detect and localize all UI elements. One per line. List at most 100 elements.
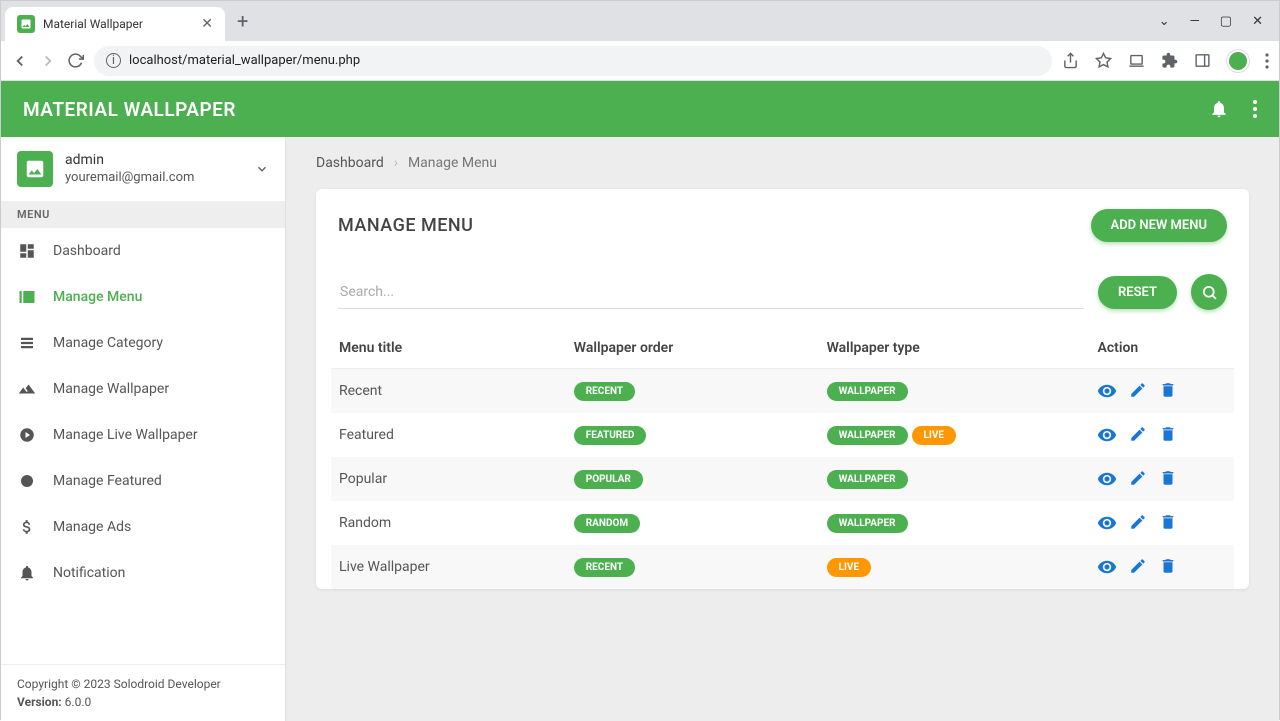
maximize-icon[interactable]: ▢: [1220, 14, 1232, 29]
extensions-icon[interactable]: [1161, 52, 1178, 69]
tab-title: Material Wallpaper: [43, 17, 193, 31]
version-label: Version:: [17, 695, 62, 709]
menu-icon: [17, 334, 37, 352]
forward-button[interactable]: [39, 52, 57, 70]
close-window-icon[interactable]: ✕: [1252, 14, 1263, 29]
more-icon[interactable]: [1253, 100, 1257, 118]
delete-icon[interactable]: [1159, 513, 1177, 533]
menu-icon: [17, 288, 37, 306]
search-input[interactable]: [338, 276, 1084, 309]
menu-icon: [17, 242, 37, 260]
view-icon[interactable]: [1097, 557, 1117, 577]
sidebar-item-label: Manage Menu: [53, 289, 142, 305]
delete-icon[interactable]: [1159, 557, 1177, 577]
site-info-icon[interactable]: i: [106, 53, 121, 68]
menu-icon[interactable]: [1265, 53, 1269, 69]
table-row: RecentRECENTWALLPAPER: [331, 369, 1234, 414]
delete-icon[interactable]: [1159, 469, 1177, 489]
menu-icon: [17, 518, 37, 536]
chevron-down-icon[interactable]: ⌄: [1159, 14, 1170, 29]
view-icon[interactable]: [1097, 513, 1117, 533]
device-icon[interactable]: [1128, 52, 1145, 69]
sidebar-item-manage-category[interactable]: Manage Category: [1, 320, 285, 366]
cell-title: Live Wallpaper: [331, 545, 566, 589]
cell-action: [1089, 545, 1234, 589]
view-icon[interactable]: [1097, 381, 1117, 401]
sidebar-item-notification[interactable]: Notification: [1, 550, 285, 596]
cell-action: [1089, 369, 1234, 414]
cell-action: [1089, 457, 1234, 501]
bookmark-icon[interactable]: [1095, 52, 1112, 69]
type-badge: WALLPAPER: [827, 382, 908, 401]
add-new-menu-button[interactable]: ADD NEW MENU: [1091, 209, 1227, 242]
view-icon[interactable]: [1097, 425, 1117, 445]
sidepanel-icon[interactable]: [1194, 52, 1211, 69]
sidebar-item-label: Manage Ads: [53, 519, 131, 535]
search-button[interactable]: [1191, 274, 1227, 310]
edit-icon[interactable]: [1129, 425, 1147, 445]
sidebar-item-dashboard[interactable]: Dashboard: [1, 228, 285, 274]
delete-icon[interactable]: [1159, 425, 1177, 445]
cell-action: [1089, 501, 1234, 545]
page-title: MANAGE MENU: [338, 215, 473, 236]
search-icon: [1201, 284, 1218, 301]
share-icon[interactable]: [1062, 52, 1079, 69]
order-badge: RANDOM: [574, 514, 640, 533]
cell-type: WALLPAPER: [819, 369, 1090, 414]
breadcrumb: Dashboard › Manage Menu: [316, 155, 1249, 171]
order-badge: FEATURED: [574, 426, 647, 445]
edit-icon[interactable]: [1129, 557, 1147, 577]
user-info[interactable]: admin youremail@gmail.com: [1, 137, 285, 201]
breadcrumb-root[interactable]: Dashboard: [316, 155, 384, 171]
edit-icon[interactable]: [1129, 381, 1147, 401]
breadcrumb-current: Manage Menu: [408, 155, 497, 171]
edit-icon[interactable]: [1129, 469, 1147, 489]
new-tab-button[interactable]: +: [225, 9, 260, 33]
sidebar-item-label: Manage Wallpaper: [53, 381, 169, 397]
sidebar-item-label: Manage Live Wallpaper: [53, 427, 198, 443]
cell-type: WALLPAPER: [819, 501, 1090, 545]
cell-title: Featured: [331, 413, 566, 457]
sidebar-item-label: Manage Category: [53, 335, 163, 351]
cell-title: Popular: [331, 457, 566, 501]
chevron-down-icon[interactable]: [255, 162, 269, 176]
notifications-icon[interactable]: [1209, 99, 1229, 119]
back-button[interactable]: [11, 52, 29, 70]
menu-icon: [17, 380, 37, 398]
cell-order: POPULAR: [566, 457, 819, 501]
sidebar-item-manage-ads[interactable]: Manage Ads: [1, 504, 285, 550]
col-order: Wallpaper order: [566, 328, 819, 369]
menu-section-header: MENU: [1, 201, 285, 228]
type-badge: WALLPAPER: [827, 514, 908, 533]
order-badge: RECENT: [574, 558, 635, 577]
browser-tab[interactable]: Material Wallpaper ✕: [5, 7, 225, 41]
minimize-icon[interactable]: —: [1190, 14, 1200, 29]
cell-order: RECENT: [566, 369, 819, 414]
sidebar-item-manage-featured[interactable]: Manage Featured: [1, 458, 285, 504]
sidebar-item-label: Manage Featured: [53, 473, 162, 489]
cell-order: RANDOM: [566, 501, 819, 545]
reset-button[interactable]: RESET: [1098, 276, 1177, 309]
sidebar-item-manage-wallpaper[interactable]: Manage Wallpaper: [1, 366, 285, 412]
app-header: MATERIAL WALLPAPER: [1, 81, 1279, 137]
sidebar-item-label: Dashboard: [53, 243, 121, 259]
view-icon[interactable]: [1097, 469, 1117, 489]
profile-avatar-icon[interactable]: [1227, 50, 1249, 72]
close-tab-icon[interactable]: ✕: [201, 16, 213, 32]
sidebar-footer: Copyright © 2023 Solodroid Developer Ver…: [1, 664, 285, 721]
table-row: Live WallpaperRECENTLIVE: [331, 545, 1234, 589]
col-type: Wallpaper type: [819, 328, 1090, 369]
menu-icon: [17, 564, 37, 582]
edit-icon[interactable]: [1129, 513, 1147, 533]
reload-button[interactable]: [67, 52, 84, 69]
sidebar-item-manage-live-wallpaper[interactable]: Manage Live Wallpaper: [1, 412, 285, 458]
window-controls: ⌄ — ▢ ✕: [1159, 14, 1275, 29]
sidebar-item-manage-menu[interactable]: Manage Menu: [1, 274, 285, 320]
delete-icon[interactable]: [1159, 381, 1177, 401]
sidebar: admin youremail@gmail.com MENU Dashboard…: [1, 137, 286, 721]
cell-action: [1089, 413, 1234, 457]
browser-toolbar: i localhost/material_wallpaper/menu.php: [1, 41, 1279, 81]
cell-order: FEATURED: [566, 413, 819, 457]
address-bar[interactable]: i localhost/material_wallpaper/menu.php: [94, 46, 1052, 76]
main-content: Dashboard › Manage Menu MANAGE MENU ADD …: [286, 137, 1279, 721]
